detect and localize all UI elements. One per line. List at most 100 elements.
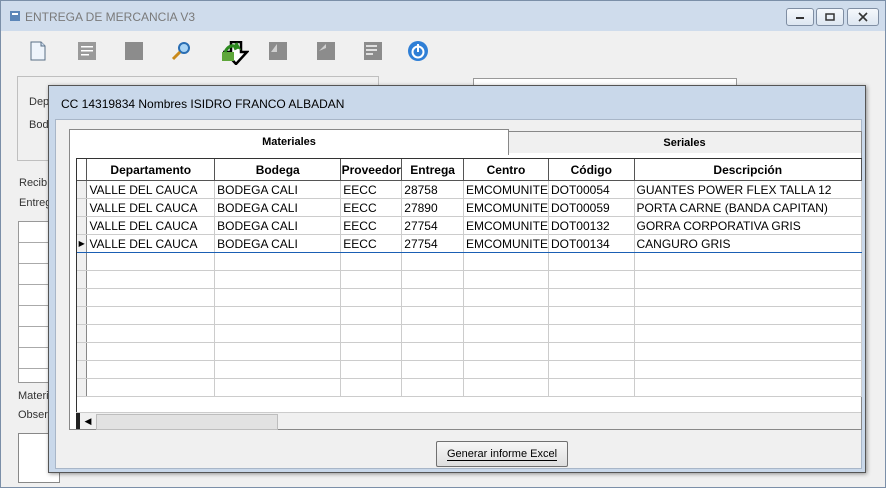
table-cell[interactable]: CANGURO GRIS <box>634 234 862 253</box>
col-bodega[interactable]: Bodega <box>214 159 342 181</box>
col-centro[interactable]: Centro <box>463 159 549 181</box>
table-cell[interactable] <box>401 252 464 271</box>
table-cell[interactable]: 27754 <box>401 234 464 253</box>
table-cell[interactable] <box>634 252 862 271</box>
minimize-button[interactable] <box>786 8 814 26</box>
row-selector[interactable] <box>77 270 88 289</box>
table-cell[interactable] <box>214 306 342 325</box>
row-selector[interactable] <box>77 288 88 307</box>
materials-grid[interactable]: Departamento Bodega Proveedor Entrega Ce… <box>76 158 862 413</box>
table-cell[interactable] <box>463 270 549 289</box>
tab-seriales[interactable]: Seriales <box>507 131 862 155</box>
table-cell[interactable] <box>86 342 216 361</box>
table-cell[interactable] <box>634 324 862 343</box>
table-cell[interactable] <box>401 324 464 343</box>
col-descripcion[interactable]: Descripción <box>634 159 862 181</box>
disabled-corner-icon[interactable] <box>266 39 290 63</box>
table-cell[interactable] <box>463 306 549 325</box>
table-cell[interactable] <box>214 324 342 343</box>
table-cell[interactable]: GORRA CORPORATIVA GRIS <box>634 216 862 235</box>
row-selector[interactable] <box>77 324 88 343</box>
disabled-corner-icon-2[interactable] <box>314 39 338 63</box>
table-cell[interactable]: DOT00132 <box>548 216 635 235</box>
table-cell[interactable]: VALLE DEL CAUCA <box>86 234 216 253</box>
table-row[interactable] <box>77 270 862 289</box>
table-cell[interactable] <box>634 342 862 361</box>
table-row[interactable]: VALLE DEL CAUCA BODEGA CALI EECC 27754 EMCOM… <box>77 216 862 235</box>
table-cell[interactable] <box>463 360 549 379</box>
list-document-icon[interactable] <box>75 39 99 63</box>
table-cell[interactable]: EMCOMUNITE <box>463 180 549 199</box>
scroll-thumb[interactable] <box>96 414 278 430</box>
row-selector[interactable] <box>77 198 88 217</box>
table-cell[interactable] <box>548 252 635 271</box>
table-cell[interactable] <box>340 306 403 325</box>
table-cell[interactable]: DOT00059 <box>548 198 635 217</box>
table-cell[interactable]: BODEGA CALI <box>214 198 342 217</box>
table-cell[interactable] <box>401 288 464 307</box>
table-cell[interactable] <box>86 306 216 325</box>
col-entrega[interactable]: Entrega <box>401 159 464 181</box>
table-cell[interactable]: EMCOMUNITE <box>463 234 549 253</box>
col-codigo[interactable]: Código <box>548 159 635 181</box>
scroll-left-icon[interactable]: ◀ <box>81 414 95 428</box>
table-cell[interactable] <box>86 324 216 343</box>
table-cell[interactable] <box>340 324 403 343</box>
col-proveedor[interactable]: Proveedor <box>340 159 403 181</box>
table-cell[interactable] <box>548 360 635 379</box>
table-cell[interactable] <box>463 324 549 343</box>
close-button[interactable] <box>847 8 879 26</box>
table-row[interactable] <box>77 324 862 343</box>
table-row[interactable] <box>77 342 862 361</box>
table-row[interactable] <box>77 360 862 379</box>
table-cell[interactable]: EMCOMUNITE <box>463 216 549 235</box>
table-cell[interactable]: 28758 <box>401 180 464 199</box>
green-export-arrow-icon[interactable] <box>219 40 243 64</box>
row-selector[interactable] <box>77 180 88 199</box>
table-cell[interactable]: PORTA CARNE (BANDA CAPITAN) <box>634 198 862 217</box>
table-row[interactable] <box>77 378 862 397</box>
row-selector[interactable] <box>77 216 88 235</box>
table-cell[interactable] <box>340 270 403 289</box>
disabled-list-icon[interactable] <box>361 39 385 63</box>
table-cell[interactable]: EECC <box>340 216 403 235</box>
table-cell[interactable] <box>401 306 464 325</box>
tab-materiales[interactable]: Materiales <box>69 129 509 155</box>
table-cell[interactable] <box>401 360 464 379</box>
table-cell[interactable] <box>401 378 464 397</box>
table-cell[interactable] <box>214 288 342 307</box>
table-cell[interactable]: BODEGA CALI <box>214 234 342 253</box>
table-cell[interactable]: GUANTES POWER FLEX TALLA 12 <box>634 180 862 199</box>
table-row[interactable]: ▶ VALLE DEL CAUCA BODEGA CALI EECC 27754 EMCO… <box>77 234 862 253</box>
table-cell[interactable] <box>86 288 216 307</box>
row-selector[interactable]: ▶ <box>77 234 88 253</box>
maximize-button[interactable] <box>816 8 844 26</box>
row-selector[interactable] <box>77 306 88 325</box>
table-cell[interactable] <box>86 270 216 289</box>
table-cell[interactable] <box>214 270 342 289</box>
generate-excel-button[interactable]: Generar informe Excel <box>436 441 568 467</box>
search-magnifier-icon[interactable] <box>169 39 193 63</box>
table-cell[interactable] <box>86 360 216 379</box>
table-cell[interactable]: EECC <box>340 234 403 253</box>
table-cell[interactable] <box>340 378 403 397</box>
table-cell[interactable] <box>214 360 342 379</box>
table-cell[interactable]: EECC <box>340 198 403 217</box>
table-cell[interactable] <box>340 288 403 307</box>
table-cell[interactable]: BODEGA CALI <box>214 216 342 235</box>
table-cell[interactable] <box>214 342 342 361</box>
table-cell[interactable] <box>86 378 216 397</box>
table-cell[interactable]: EECC <box>340 180 403 199</box>
new-document-icon[interactable] <box>26 39 50 63</box>
table-cell[interactable] <box>548 288 635 307</box>
table-cell[interactable] <box>463 378 549 397</box>
table-cell[interactable]: 27754 <box>401 216 464 235</box>
table-cell[interactable] <box>548 270 635 289</box>
table-cell[interactable] <box>401 270 464 289</box>
row-selector[interactable] <box>77 378 88 397</box>
table-row[interactable]: VALLE DEL CAUCA BODEGA CALI EECC 28758 EMCOM… <box>77 180 862 199</box>
table-row[interactable] <box>77 306 862 325</box>
table-cell[interactable] <box>340 342 403 361</box>
table-cell[interactable]: VALLE DEL CAUCA <box>86 198 216 217</box>
table-cell[interactable]: VALLE DEL CAUCA <box>86 180 216 199</box>
